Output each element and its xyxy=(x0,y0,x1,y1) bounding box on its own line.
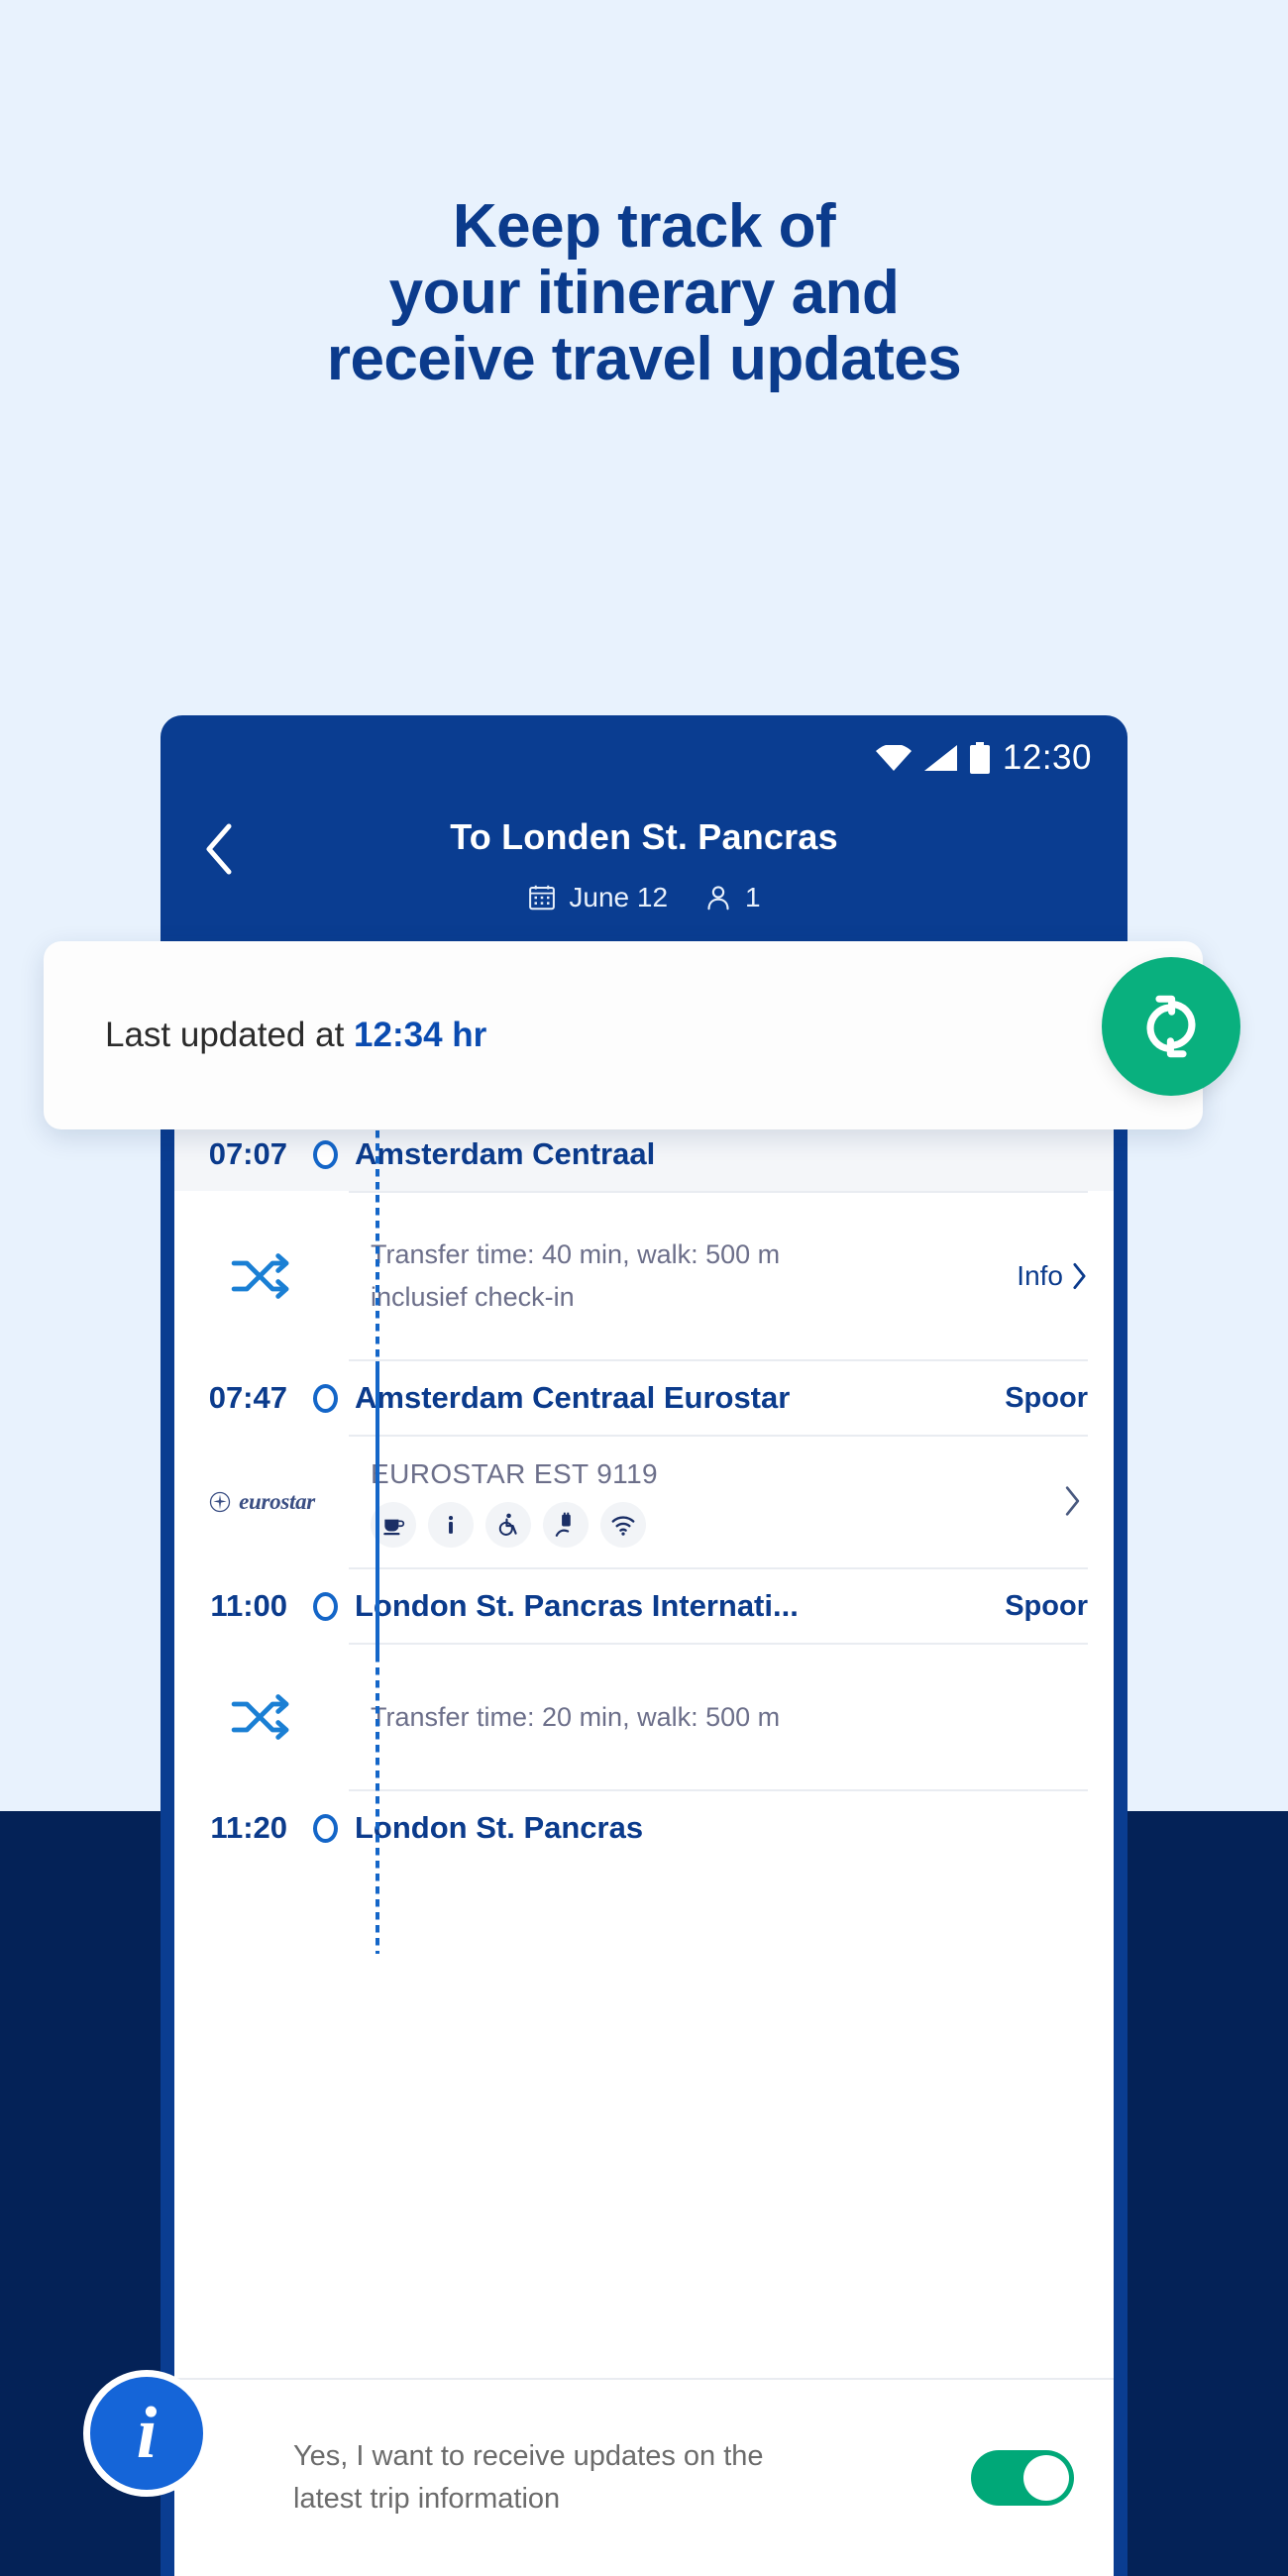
last-updated-banner: Last updated at 12:34 hr xyxy=(44,941,1203,1129)
transfer-icon-col xyxy=(174,1643,349,1791)
timeline-node-col xyxy=(301,1383,349,1413)
stop-name: Amsterdam Centraal Eurostar xyxy=(355,1380,791,1415)
timeline-node-icon xyxy=(312,1813,338,1843)
chevron-right-icon xyxy=(1073,1262,1086,1290)
consent-line-2: latest trip information xyxy=(293,2483,561,2515)
transfer-line-2: inclusief check-in xyxy=(371,1282,575,1312)
stop-platform: Spoor xyxy=(1005,1381,1088,1414)
last-updated-time: 12:34 hr xyxy=(354,1016,487,1054)
headline-line-1: Keep track of xyxy=(452,192,836,261)
operator-logo-col: eurostar xyxy=(174,1435,349,1569)
transfer-line-1: Transfer time: 40 min, walk: 500 m xyxy=(371,1239,781,1270)
info-icon xyxy=(428,1502,474,1548)
timeline-node-col xyxy=(301,1139,349,1169)
headline-line-3: receive travel updates xyxy=(326,324,962,393)
stop-time: 11:20 xyxy=(210,1810,287,1845)
itinerary-stop-row[interactable]: 07:47 Amsterdam Centraal Eurostar Spoor xyxy=(174,1361,1114,1435)
stop-name: London St. Pancras Internati... xyxy=(355,1588,799,1623)
signal-icon xyxy=(923,745,957,771)
train-leg-details: EUROSTAR EST 9119 xyxy=(371,1458,658,1548)
refresh-button[interactable] xyxy=(1102,957,1240,1096)
transfer-info-link[interactable]: Info xyxy=(999,1260,1088,1292)
train-leg-expand[interactable] xyxy=(1063,1485,1088,1522)
stop-time: 07:47 xyxy=(208,1380,287,1415)
itinerary-stop-row[interactable]: 11:20 London St. Pancras xyxy=(174,1791,1114,1865)
passenger-count-label: 1 xyxy=(745,882,761,912)
passenger-count[interactable]: 1 xyxy=(703,882,761,913)
page-title: To Londen St. Pancras xyxy=(450,816,838,857)
connector-line-3 xyxy=(376,1655,379,1954)
trip-date-label: June 12 xyxy=(569,882,669,912)
info-badge: i xyxy=(83,2370,210,2497)
eurostar-mark-icon xyxy=(209,1491,231,1513)
stop-time: 11:00 xyxy=(210,1588,287,1623)
wifi-icon xyxy=(600,1502,646,1548)
stop-name: London St. Pancras xyxy=(355,1810,644,1845)
itinerary-list: 07:07 Amsterdam Centraal Transfer time: … xyxy=(174,1064,1114,1954)
stop-name: Amsterdam Centraal xyxy=(355,1136,656,1171)
wheelchair-icon xyxy=(485,1502,531,1548)
toggle-knob xyxy=(1023,2455,1069,2501)
transfer-info-label: Info xyxy=(1017,1260,1063,1291)
person-icon xyxy=(707,886,729,911)
timeline-node-col xyxy=(301,1591,349,1621)
connector-line-2 xyxy=(376,1361,379,1659)
transfer-body: Transfer time: 20 min, walk: 500 m xyxy=(349,1643,1088,1791)
stop-platform: Spoor xyxy=(1005,1589,1088,1622)
trip-date[interactable]: June 12 xyxy=(527,882,668,913)
calendar-icon xyxy=(529,885,556,911)
eurostar-wordmark: eurostar xyxy=(239,1489,315,1514)
updates-toggle[interactable] xyxy=(971,2450,1074,2506)
itinerary-stop-row[interactable]: 11:00 London St. Pancras Internati... Sp… xyxy=(174,1569,1114,1643)
transfer-details: Transfer time: 40 min, walk: 500 m inclu… xyxy=(371,1234,780,1318)
transfer-shuffle-icon xyxy=(231,1694,289,1740)
transfer-body: Transfer time: 40 min, walk: 500 m inclu… xyxy=(349,1191,1088,1361)
timeline-node-icon xyxy=(312,1139,338,1169)
power-socket-icon xyxy=(543,1502,589,1548)
battery-icon xyxy=(969,742,990,774)
consent-bar: Yes, I want to receive updates on the la… xyxy=(174,2378,1114,2576)
status-bar-time: 12:30 xyxy=(1002,738,1092,777)
timeline-node-col xyxy=(301,1813,349,1843)
transfer-icon-col xyxy=(174,1191,349,1361)
train-leg-segment[interactable]: eurostar EUROSTAR EST 9119 xyxy=(174,1435,1114,1569)
refresh-icon xyxy=(1146,995,1196,1058)
wifi-icon xyxy=(875,745,912,771)
consent-text: Yes, I want to receive updates on the la… xyxy=(293,2435,764,2522)
transfer-shuffle-icon xyxy=(231,1253,289,1299)
page-headline: Keep track of your itinerary and receive… xyxy=(0,192,1288,393)
connector-line-1 xyxy=(376,1118,379,1371)
transfer-line-1: Transfer time: 20 min, walk: 500 m xyxy=(371,1701,781,1732)
itinerary-sheet[interactable]: 07:07 Amsterdam Centraal Transfer time: … xyxy=(174,1064,1114,2576)
last-updated-text: Last updated at 12:34 hr xyxy=(105,1016,486,1055)
eurostar-logo: eurostar xyxy=(208,1489,315,1515)
trip-meta: June 12 1 xyxy=(161,882,1127,913)
headline-line-2: your itinerary and xyxy=(388,258,900,327)
timeline-node-icon xyxy=(312,1383,338,1413)
train-leg-body: EUROSTAR EST 9119 xyxy=(349,1435,1088,1569)
last-updated-prefix: Last updated at xyxy=(105,1016,355,1054)
transfer-segment[interactable]: Transfer time: 40 min, walk: 500 m inclu… xyxy=(174,1191,1114,1361)
timeline-node-icon xyxy=(312,1591,338,1621)
consent-line-1: Yes, I want to receive updates on the xyxy=(293,2439,764,2472)
transfer-segment[interactable]: Transfer time: 20 min, walk: 500 m xyxy=(174,1643,1114,1791)
info-badge-glyph: i xyxy=(136,2392,158,2474)
status-bar: 12:30 xyxy=(161,715,1127,801)
stop-time: 07:07 xyxy=(208,1136,287,1171)
amenity-list xyxy=(371,1502,658,1548)
chevron-right-icon xyxy=(1065,1485,1080,1516)
train-service-label: EUROSTAR EST 9119 xyxy=(371,1458,659,1489)
